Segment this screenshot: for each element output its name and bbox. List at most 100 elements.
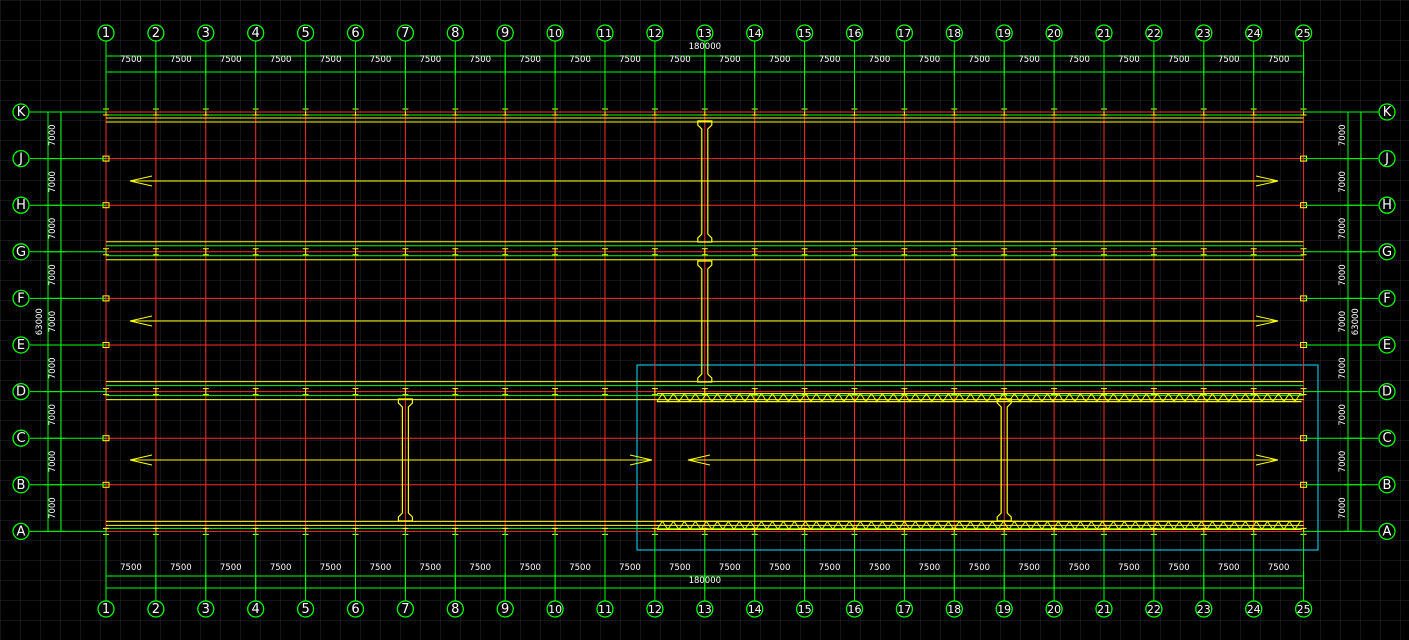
row-bubble-right-K: K [1383,105,1392,120]
column-bubble-bottom-17: 17 [897,603,911,616]
row-bubble-left-H: H [16,198,26,213]
bay-dimension-label: 7500 [869,563,891,573]
column-bubble-bottom-15: 15 [798,603,812,616]
structural-grid-plan: 7500 7500 7500 7500 7500 7500 7500 7500 7500 7500… [0,0,1409,640]
bay-dimension-label: 7500 [719,55,741,65]
row-bubble-left-G: G [16,245,26,260]
bay-dimension-label: 7500 [1268,55,1290,65]
bay-dimension-label: 7500 [320,55,342,65]
bay-dimension-label: 7500 [819,55,841,65]
bay-dimension-label: 7500 [569,55,591,65]
row-bubble-left-A: A [17,524,26,539]
bay-dimension-label: 7500 [569,563,591,573]
column-bubble-top-13: 13 [698,27,712,40]
column-bubble-bottom-19: 19 [997,603,1011,616]
column-bubble-top-16: 16 [848,27,862,40]
bay-dimension-label: 7500 [220,563,242,573]
column-bubble-bottom-4: 4 [252,602,260,617]
column-bubble-bottom-6: 6 [351,602,359,617]
bay-dimension-label: 7500 [1118,55,1140,65]
row-dimension-label: 7000 [1338,404,1348,426]
row-bubble-right-G: G [1382,245,1392,260]
row-bubble-right-E: E [1383,338,1391,353]
column-bubble-top-18: 18 [947,27,961,40]
bay-dimension-label: 7500 [270,563,292,573]
row-dimension-label: 7000 [1338,497,1348,519]
bay-dimension-label: 7500 [1018,55,1040,65]
column-bubble-bottom-14: 14 [748,603,762,616]
row-dimension-label: 7000 [48,404,58,426]
column-bubble-bottom-12: 12 [648,603,662,616]
column-bubble-top-1: 1 [102,26,110,41]
column-bubble-bottom-24: 24 [1247,603,1261,616]
row-dimension-label: 7000 [48,171,58,193]
row-bubble-left-K: K [17,105,26,120]
column-bubble-bottom-1: 1 [102,602,110,617]
bay-dimension-label: 7500 [869,55,891,65]
column-bubble-bottom-9: 9 [501,602,509,617]
row-bubble-right-A: A [1383,524,1392,539]
bay-dimension-label: 7500 [669,55,691,65]
column-bubble-top-25: 25 [1297,27,1311,40]
column-bubble-top-21: 21 [1097,27,1111,40]
row-dimension-label: 7000 [48,264,58,286]
row-bubble-left-C: C [16,431,25,446]
row-bubble-left-B: B [17,478,26,493]
column-bubble-top-20: 20 [1047,27,1061,40]
row-bubble-right-J: J [1384,152,1389,167]
column-bubble-top-11: 11 [598,27,612,40]
row-bubble-right-C: C [1382,431,1391,446]
row-bubble-right-H: H [1382,198,1392,213]
bay-dimension-label: 7500 [968,55,990,65]
total-width-label: 63000 [35,308,45,335]
bay-dimension-label: 7500 [1168,563,1190,573]
bay-dimension-label: 7500 [819,563,841,573]
column-bubble-top-8: 8 [451,26,459,41]
bay-dimension-label: 7500 [1218,563,1240,573]
column-bubble-top-7: 7 [401,26,409,41]
row-dimension-label: 7000 [1338,451,1348,473]
bay-dimension-label: 7500 [170,563,192,573]
row-bubble-left-J: J [18,152,23,167]
bay-dimension-label: 7500 [469,55,491,65]
row-dimension-label: 7000 [1338,218,1348,240]
column-bubble-top-17: 17 [897,27,911,40]
bay-dimension-label: 7500 [1168,55,1190,65]
row-dimension-label: 7000 [1338,357,1348,379]
row-bubble-right-D: D [1382,385,1392,400]
column-bubble-top-3: 3 [202,26,210,41]
bay-dimension-label: 7500 [1068,55,1090,65]
row-dimension-label: 7000 [1338,264,1348,286]
bay-dimension-label: 7500 [120,563,142,573]
column-bubble-bottom-11: 11 [598,603,612,616]
column-bubble-bottom-5: 5 [301,602,309,617]
bay-dimension-label: 7500 [420,55,442,65]
column-bubble-bottom-10: 10 [548,603,562,616]
row-dimension-label: 7000 [48,357,58,379]
row-dimension-label: 7000 [48,124,58,146]
column-bubble-bottom-23: 23 [1197,603,1211,616]
bay-dimension-label: 7500 [619,55,641,65]
column-bubble-bottom-18: 18 [947,603,961,616]
column-bubble-bottom-3: 3 [202,602,210,617]
bay-dimension-label: 7500 [370,563,392,573]
column-bubble-top-19: 19 [997,27,1011,40]
row-dimension-label: 7000 [48,218,58,240]
bay-dimension-label: 7500 [469,563,491,573]
bay-dimension-label: 7500 [769,563,791,573]
column-bubble-top-6: 6 [351,26,359,41]
column-bubble-bottom-21: 21 [1097,603,1111,616]
row-dimension-label: 7000 [48,311,58,333]
column-bubble-bottom-20: 20 [1047,603,1061,616]
bay-dimension-label: 7500 [120,55,142,65]
bay-dimension-label: 7500 [519,55,541,65]
row-bubble-right-B: B [1383,478,1392,493]
row-dimension-label: 7000 [48,451,58,473]
column-bubble-top-9: 9 [501,26,509,41]
bay-dimension-label: 7500 [669,563,691,573]
column-bubble-top-22: 22 [1147,27,1161,40]
column-bubble-top-4: 4 [252,26,260,41]
column-bubble-bottom-22: 22 [1147,603,1161,616]
column-bubble-top-14: 14 [748,27,762,40]
row-bubble-right-F: F [1383,291,1390,306]
